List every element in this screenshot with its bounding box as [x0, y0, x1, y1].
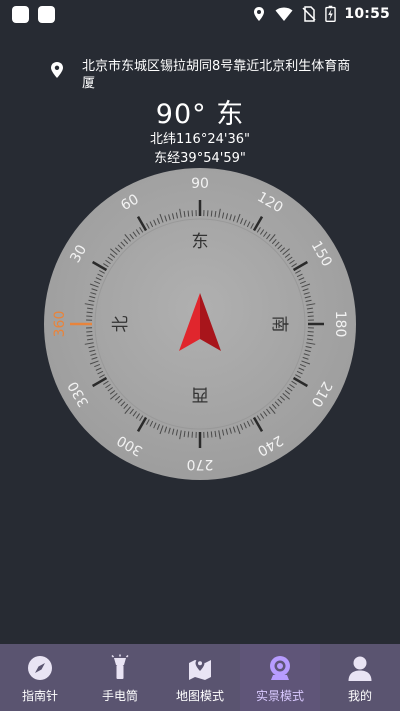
status-bar: 10:55: [0, 0, 400, 30]
tick-mark: [307, 334, 314, 337]
address-text: 北京市东城区锡拉胡同8号靠近北京利生体育商厦: [82, 59, 351, 91]
heading-readout: 90° 东: [155, 99, 245, 130]
direction-south: 南: [269, 316, 289, 333]
compass-icon: [28, 656, 52, 680]
direction-north: 北: [111, 316, 131, 333]
tick-mark: [210, 210, 213, 217]
map-pin-icon: [51, 62, 63, 78]
degree-label-180: 180: [332, 311, 348, 338]
no-sim-icon: [302, 6, 316, 22]
map-icon: [189, 659, 211, 680]
nav-live-view[interactable]: 实景模式: [240, 644, 320, 711]
app-notification-icon: [38, 6, 55, 23]
tick-mark: [86, 334, 93, 337]
nav-flashlight[interactable]: 手电筒: [80, 644, 160, 711]
tick-mark: [210, 431, 213, 438]
tick-mark: [86, 311, 93, 314]
location-row: 北京市东城区锡拉胡同8号靠近北京利生体育商厦: [51, 58, 352, 92]
app-notification-icon: [12, 6, 29, 23]
camera-icon: [270, 656, 290, 680]
latitude-text: 北纬116°24'36": [150, 132, 250, 147]
nav-label: 我的: [347, 689, 372, 703]
tick-mark: [187, 431, 190, 438]
nav-label: 地图模式: [175, 689, 224, 703]
direction-east: 东: [192, 232, 209, 252]
compass-dial: 90 120 150 180 210 240 270 300 330 360 3…: [44, 168, 356, 480]
clock: 10:55: [344, 6, 390, 22]
nav-map[interactable]: 地图模式: [160, 644, 240, 711]
battery-charging-icon: [325, 5, 337, 23]
tick-mark: [307, 311, 314, 314]
tick-mark: [187, 210, 190, 217]
nav-label: 指南针: [21, 689, 58, 703]
degree-label-360: 360: [52, 311, 68, 338]
nav-label: 手电筒: [101, 689, 138, 703]
bottom-nav: 指南针 手电筒 地图模式 实景模式 我的: [0, 644, 400, 711]
flashlight-icon: [111, 654, 129, 679]
longitude-text: 东经39°54'59": [154, 151, 246, 166]
nav-compass[interactable]: 指南针: [0, 644, 80, 711]
wifi-icon: [275, 7, 293, 21]
degree-label-270: 270: [187, 456, 214, 472]
degree-label-90: 90: [191, 176, 209, 192]
nav-label: 实景模式: [255, 689, 304, 703]
nav-profile[interactable]: 我的: [320, 644, 400, 711]
user-icon: [348, 656, 372, 681]
direction-west: 西: [192, 384, 209, 404]
location-icon: [254, 7, 265, 21]
